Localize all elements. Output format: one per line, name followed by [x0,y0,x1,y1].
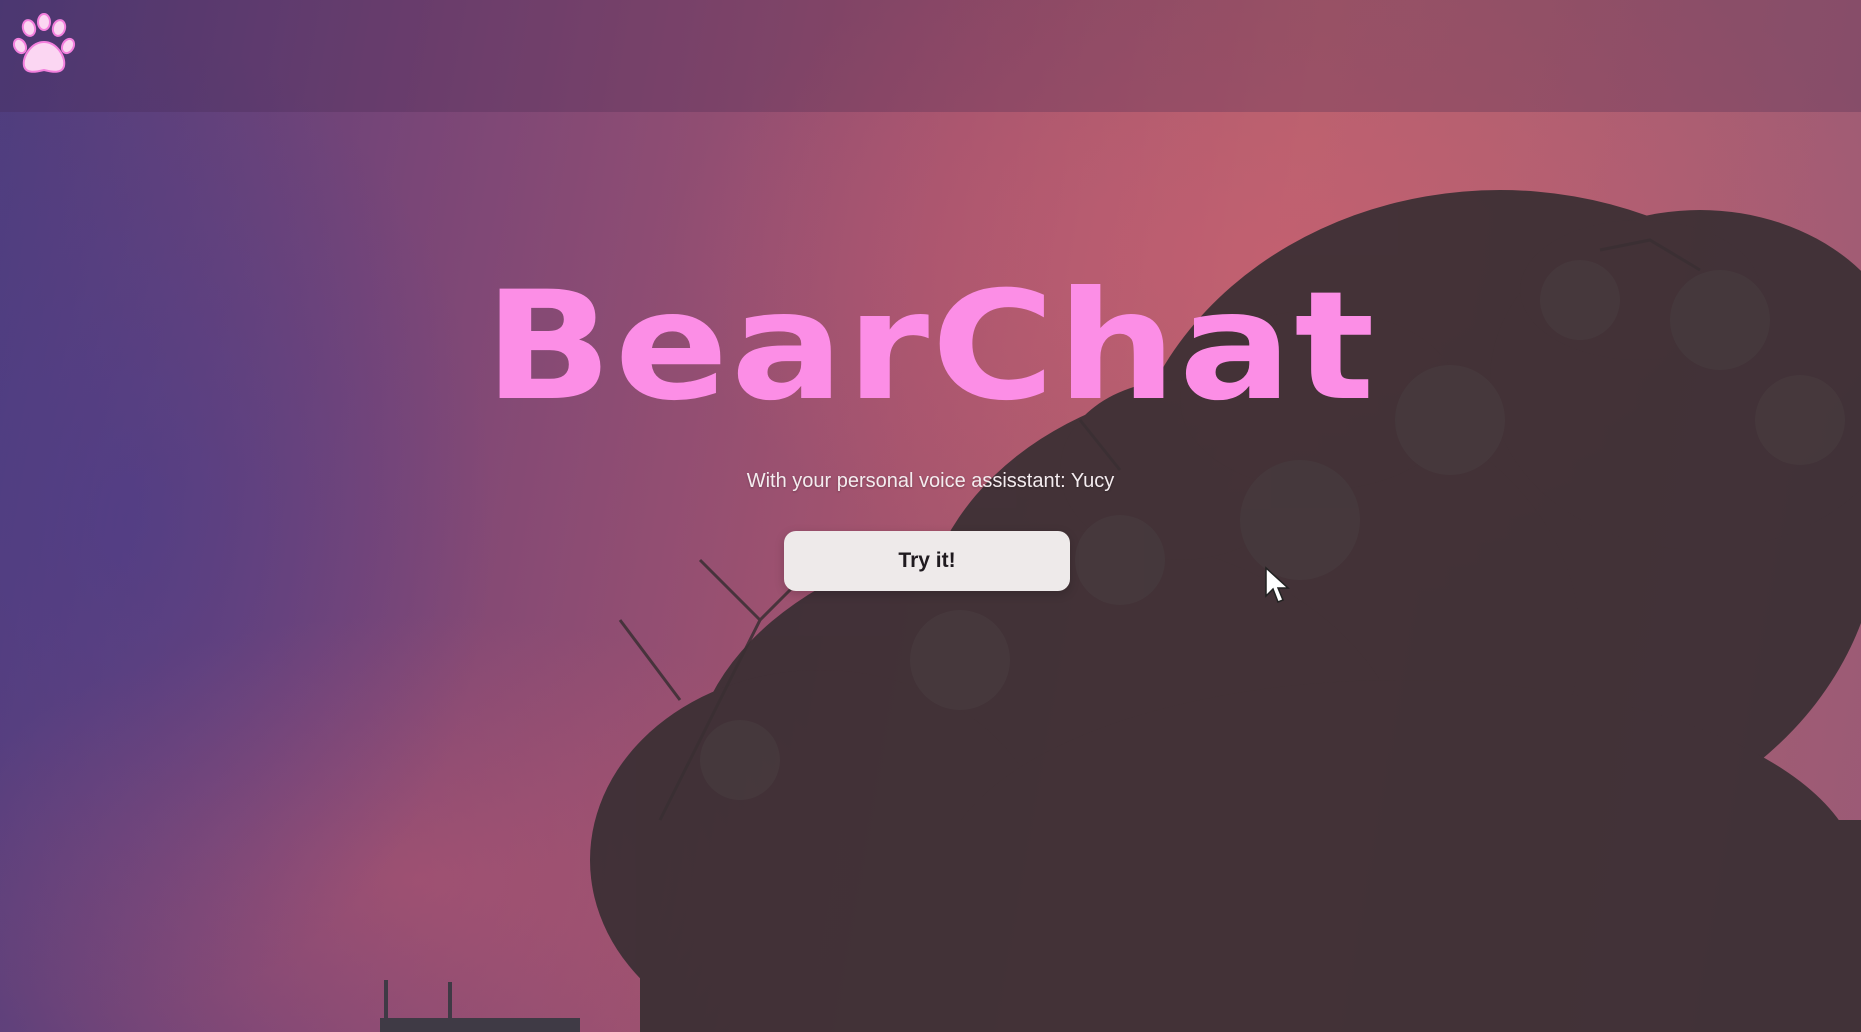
landing-page: BearChat With your personal voice assiss… [0,0,1861,1032]
hero-section: BearChat [0,262,1861,432]
tree-silhouette-background [380,190,1861,1032]
try-it-button[interactable]: Try it! [784,531,1070,591]
hero-title: BearChat [484,260,1377,434]
paw-icon[interactable] [12,10,76,88]
hero-subtitle: With your personal voice assisstant: Yuc… [746,470,1115,492]
top-navigation-bar [0,0,1861,112]
mouse-pointer-icon [1265,566,1290,603]
